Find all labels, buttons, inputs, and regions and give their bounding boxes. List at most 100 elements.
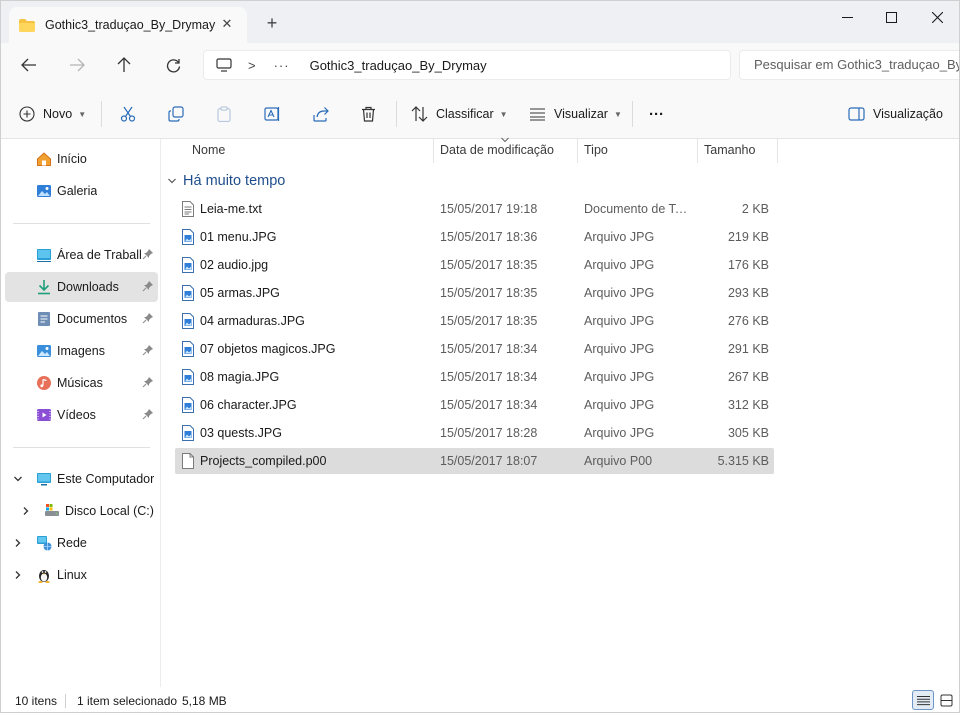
search-input[interactable]: Pesquisar em Gothic3_traduçao_By_Drymay [739,50,959,80]
file-row[interactable]: 07 objetos magicos.JPG 15/05/2017 18:34 Ar… [175,336,774,362]
new-button[interactable]: Novo ▼ [19,101,86,127]
image-file-icon [182,425,194,441]
paste-button[interactable] [217,101,231,127]
chevron-down-icon[interactable] [13,474,23,484]
tab-active[interactable]: Gothic3_traduçao_By_Drymay ✕ [9,7,247,43]
file-size: 312 KB [727,398,769,412]
pin-icon[interactable] [142,312,154,324]
sidebar-item-pictures[interactable]: Imagens [5,336,158,366]
view-button[interactable]: Visualizar ▼ [529,101,622,127]
forward-button[interactable] [62,52,92,78]
pin-icon[interactable] [142,376,154,388]
arrow-up-icon [117,57,131,72]
file-size: 305 KB [727,426,769,440]
sidebar-item-home[interactable]: Início [5,144,158,174]
sidebar-item-network[interactable]: Rede [5,528,158,558]
sidebar-item-label: Documentos [57,312,128,326]
sidebar-item-desktop[interactable]: Área de Trabalho [5,240,158,270]
pin-icon[interactable] [142,408,154,420]
documents-icon [38,312,50,326]
column-header-size[interactable]: Tamanho [704,139,755,163]
column-resize-handle[interactable] [433,139,434,163]
image-file-icon [182,313,194,329]
file-date: 15/05/2017 18:34 [440,398,538,412]
file-row[interactable]: Projects_compiled.p00 15/05/2017 18:07 Arq… [175,448,774,474]
share-button[interactable] [313,101,329,127]
file-type: Arquivo P00 [584,454,653,468]
file-row[interactable]: 01 menu.JPG 15/05/2017 18:36 Arquivo JPG 21… [175,224,774,250]
rename-button[interactable] [264,101,281,127]
close-window-button[interactable] [914,1,959,33]
file-date: 15/05/2017 18:28 [440,426,538,440]
file-name: 06 character.JPG [200,398,297,412]
column-resize-handle[interactable] [777,139,778,163]
folder-icon [19,18,35,32]
selection-size: 5,18 MB [182,694,227,708]
breadcrumb-current[interactable]: Gothic3_traduçao_By_Drymay [310,58,487,73]
file-date: 15/05/2017 18:35 [440,258,538,272]
close-icon[interactable]: ✕ [219,16,235,32]
videos-icon [37,409,51,421]
chevron-right-icon[interactable] [21,506,31,516]
column-resize-handle[interactable] [577,139,578,163]
file-row[interactable]: 05 armas.JPG 15/05/2017 18:35 Arquivo JPG 2… [175,280,774,306]
file-row[interactable]: 06 character.JPG 15/05/2017 18:34 Arquivo … [175,392,774,418]
tiles-view-button[interactable] [935,690,957,710]
download-icon [38,280,50,295]
group-header[interactable]: Há muito tempo [167,172,285,190]
refresh-button[interactable] [158,52,188,78]
sidebar-item-videos[interactable]: Vídeos [5,400,158,430]
minimize-icon [841,16,853,18]
linux-icon [38,570,50,583]
maximize-button[interactable] [868,1,914,33]
file-row[interactable]: 08 magia.JPG 15/05/2017 18:34 Arquivo JPG 2… [175,364,774,390]
column-header-name[interactable]: Nome [192,139,225,163]
status-bar: 10 itens 1 item selecionado 5,18 MB [1,687,959,712]
sidebar-item-documents[interactable]: Documentos [5,304,158,334]
chevron-right-icon[interactable] [13,538,23,548]
sort-button[interactable]: Classificar ▼ [411,101,508,127]
sidebar-item-linux[interactable]: Linux [5,560,158,590]
sidebar-item-label: Disco Local (C:) [65,504,154,518]
divider [13,223,150,224]
chevron-right-icon[interactable] [13,570,23,580]
column-header-date[interactable]: Data de modificação [440,139,554,163]
column-header-type[interactable]: Tipo [584,139,608,163]
cut-button[interactable] [120,101,136,127]
sidebar-item-local-disk[interactable]: Disco Local (C:) [5,496,158,526]
pin-icon[interactable] [142,344,154,356]
pin-icon[interactable] [142,280,154,292]
view-list-icon [530,108,545,121]
copy-icon [168,106,184,122]
file-name: 02 audio.jpg [200,258,269,272]
sidebar-item-gallery[interactable]: Galeria [5,176,158,206]
file-row[interactable]: Leia-me.txt 15/05/2017 19:18 Documento de … [175,196,774,222]
details-view-button[interactable] [912,690,934,710]
music-icon [37,376,51,390]
minimize-button[interactable] [824,1,870,33]
image-file-icon [182,257,194,273]
up-button[interactable] [109,52,139,78]
sidebar-item-label: Rede [57,536,87,550]
copy-button[interactable] [168,101,184,127]
sort-icon [411,106,428,122]
back-button[interactable] [14,52,44,78]
group-header-label: Há muito tempo [183,173,286,189]
column-resize-handle[interactable] [697,139,698,163]
file-row[interactable]: 04 armaduras.JPG 15/05/2017 18:35 Arquivo … [175,308,774,334]
sidebar-item-downloads[interactable]: Downloads [5,272,158,302]
chevron-right-icon[interactable]: > [248,58,256,73]
breadcrumb-overflow[interactable]: ··· [274,58,290,73]
address-bar[interactable]: > ··· Gothic3_traduçao_By_Drymay [203,50,731,80]
chevron-down-icon: ▼ [499,109,508,119]
image-file-icon [182,285,194,301]
sidebar-item-this-pc[interactable]: Este Computador [5,464,158,494]
delete-button[interactable] [361,101,376,127]
sidebar-item-music[interactable]: Músicas [5,368,158,398]
file-row[interactable]: 02 audio.jpg 15/05/2017 18:35 Arquivo JPG 1… [175,252,774,278]
more-options-button[interactable]: ··· [649,101,664,127]
preview-pane-button[interactable]: Visualização [848,101,943,127]
pin-icon[interactable] [142,248,154,260]
file-row[interactable]: 03 quests.JPG 15/05/2017 18:28 Arquivo JPG… [175,420,774,446]
new-tab-button[interactable]: + [263,14,281,32]
